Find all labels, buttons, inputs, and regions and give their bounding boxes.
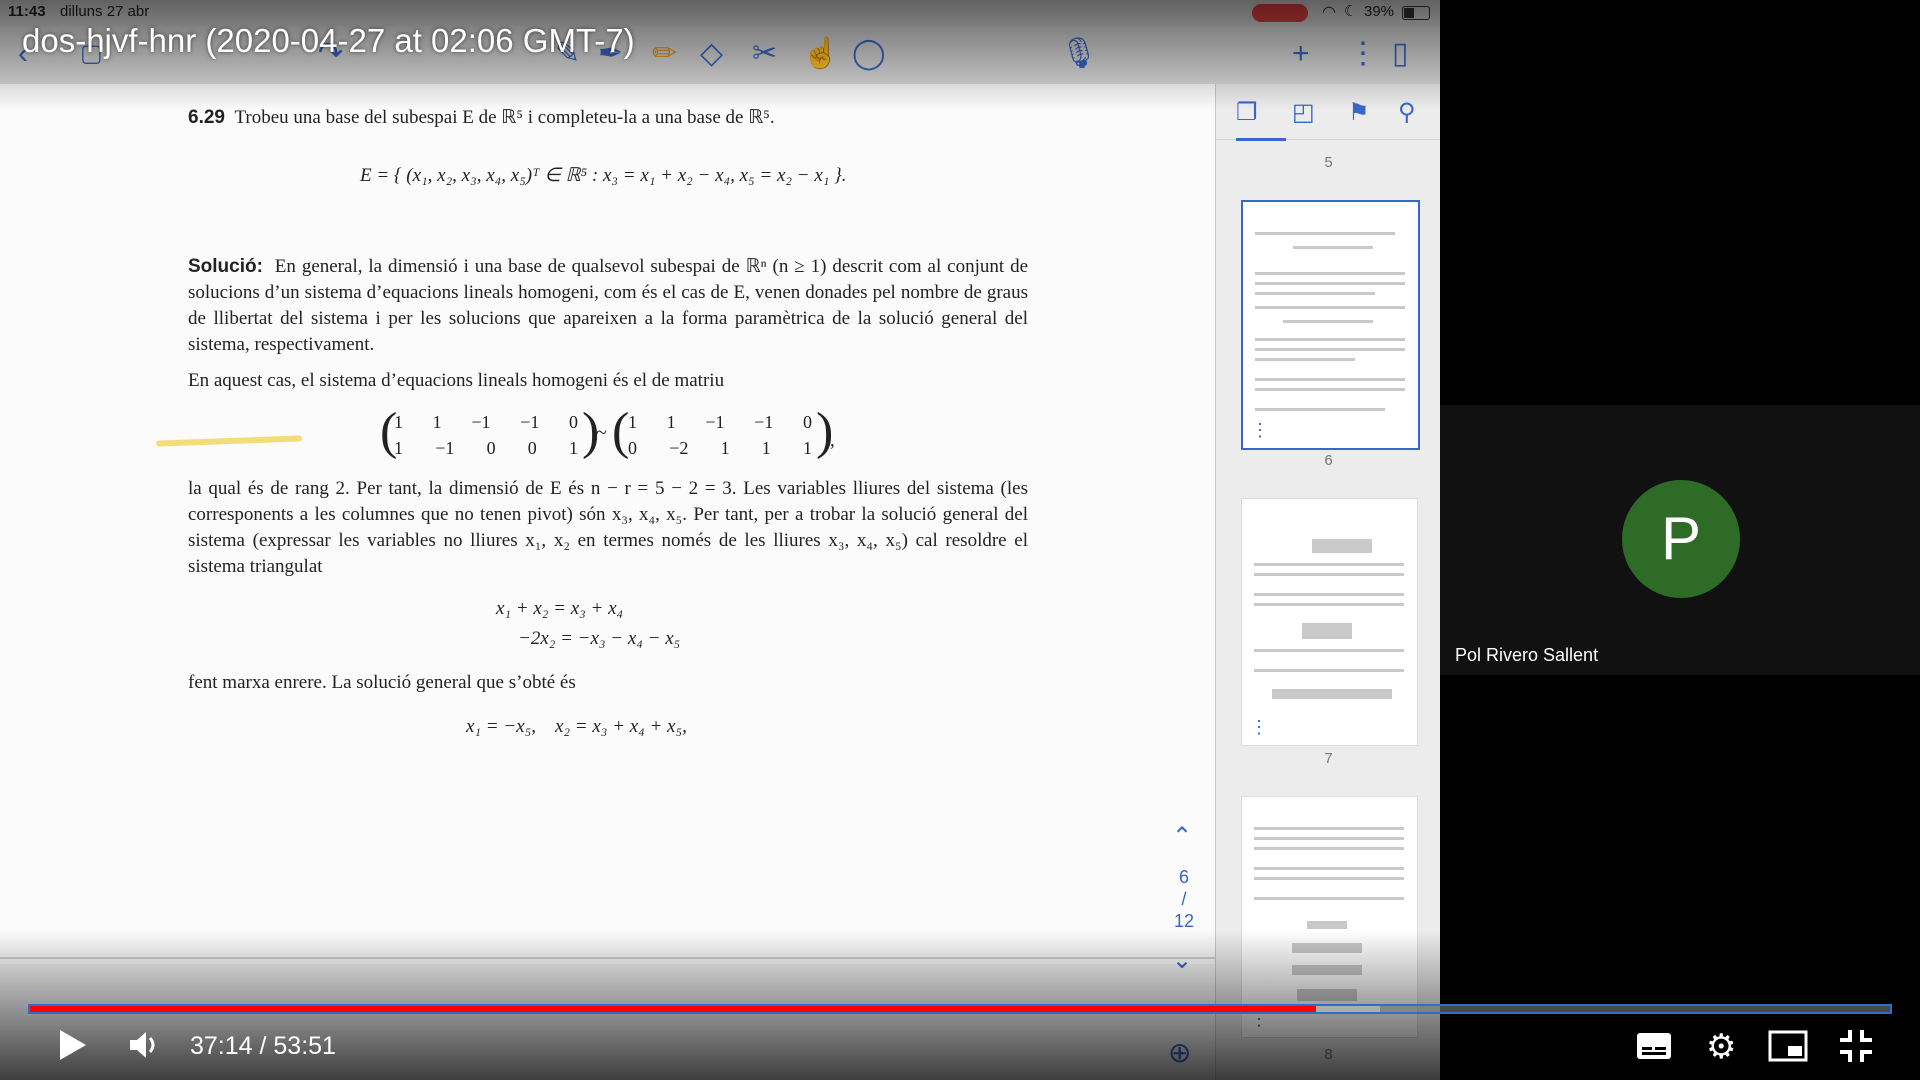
search-icon[interactable]: ⚲ <box>1398 98 1416 127</box>
matrix-cell: −1 <box>520 412 540 432</box>
thumbnail-page-7[interactable]: ⋮ <box>1241 498 1418 746</box>
zoom-icon[interactable]: ⊕ <box>1168 1036 1191 1069</box>
matrix-cell: 0 <box>486 438 496 458</box>
ipad-time: 11:43 <box>8 3 46 20</box>
matrix-right-paren: ( <box>612 403 630 460</box>
battery-icon <box>1402 6 1430 20</box>
page-divider <box>0 957 1215 959</box>
matrix-cell: 1 <box>394 412 403 432</box>
highlighter-stroke <box>155 435 303 447</box>
problem-statement: 6.29 Trobeu una base del subespai E de ℝ… <box>188 106 1028 129</box>
participant-name: Pol Rivero Sallent <box>1455 645 1599 665</box>
scissors-icon[interactable]: ✂ <box>752 34 777 74</box>
matrix-cell: 1 <box>802 438 812 458</box>
thumbnail-more-icon[interactable]: ⋮ <box>1250 717 1268 738</box>
thumbnail-page-6[interactable]: ⋮ <box>1241 200 1420 450</box>
thumbnail-page-number: 8 <box>1324 1046 1333 1063</box>
more-icon[interactable]: ⋮ <box>1348 34 1378 74</box>
matrix-cell: 0 <box>527 438 537 458</box>
outline-tab-icon[interactable]: ◰ <box>1292 98 1315 127</box>
thumbnail-page-8[interactable]: ⋮ <box>1241 796 1418 1038</box>
matrix-cell: −1 <box>471 412 491 432</box>
backsub-paragraph: fent marxa enrere. La solució general qu… <box>188 672 576 693</box>
matrix-cell: 1 <box>394 438 403 458</box>
avatar: P <box>1622 480 1740 598</box>
video-title[interactable]: dos-hjvf-hnr (2020-04-27 at 02:06 GMT-7) <box>22 22 635 60</box>
battery-percentage: 39% <box>1364 3 1395 20</box>
miniplayer-icon <box>1768 1030 1808 1062</box>
matrix-cell: 1 <box>720 438 730 458</box>
active-tab-underline <box>1236 138 1286 141</box>
plus-icon[interactable]: + <box>1292 34 1310 74</box>
solution-label: Solució: <box>188 256 263 277</box>
time-display: 37:14 / 53:51 <box>190 1032 336 1060</box>
problem-number: 6.29 <box>188 107 225 128</box>
rank-paragraph: la qual és de rang 2. Per tant, la dimen… <box>188 478 1028 577</box>
page-up-icon[interactable]: ⌃ <box>1172 822 1192 851</box>
hand-icon[interactable]: ☝ <box>802 34 839 74</box>
shared-screen: 11:43 dilluns 27 abr ◠ ☾ 39% ‹ ▢ ↷ ✎ ✒ ✏… <box>0 0 1440 1080</box>
progress-bar[interactable] <box>28 1004 1892 1014</box>
page-down-icon[interactable]: ⌄ <box>1172 946 1192 975</box>
matrix-cell: −2 <box>669 438 689 458</box>
wifi-icon: ◠ <box>1322 4 1336 21</box>
page-indicator: 6 / 12 <box>1166 866 1202 932</box>
matrix-cell: −1 <box>754 412 774 432</box>
thumbnails-tab-icon[interactable]: ❐ <box>1236 98 1258 127</box>
thumbnail-more-icon[interactable]: ⋮ <box>1251 420 1269 441</box>
progress-played <box>30 1006 1317 1012</box>
moon-icon: ☾ <box>1344 3 1358 20</box>
matrix-cell: 1 <box>761 438 771 458</box>
thumbnail-page-number: 6 <box>1324 452 1333 469</box>
matrix-cell: 0 <box>628 438 637 458</box>
matrix-cell: 1 <box>628 412 637 432</box>
equivalence-sign: ~ <box>596 422 607 444</box>
set-definition: E = { (x₁, x₂, x₃, x₄, x₅)ᵀ ∈ ℝ⁵ : x₃ = … <box>360 165 847 186</box>
exit-fullscreen-button[interactable] <box>1838 1028 1874 1069</box>
thumbnail-page-number: 7 <box>1324 750 1333 767</box>
matrix-cell: 0 <box>803 412 812 432</box>
ipad-date: dilluns 27 abr <box>60 3 150 20</box>
matrix-equation: ( 1 1 −1 −1 0 1 −1 0 0 1 ) ~ (1 1 −1 −1… <box>380 403 840 466</box>
exit-fullscreen-icon <box>1840 1030 1872 1062</box>
page-separator: / <box>1181 889 1187 909</box>
general-solution: x₁ = −x₅, x₂ = x₃ + x₄ + x₅, <box>466 716 687 737</box>
sidebar-icon[interactable]: ▯ <box>1392 34 1409 74</box>
matrix-comma: , <box>830 430 835 451</box>
page-total: 12 <box>1173 911 1195 931</box>
matrix-cell: −1 <box>435 438 455 458</box>
lasso-icon[interactable]: ◯ <box>852 34 886 74</box>
solution-text: En general, la dimensió i una base de qu… <box>188 256 1029 355</box>
matrix-cell: 1 <box>568 438 578 458</box>
matrix-intro: En aquest cas, el sistema d’equacions li… <box>188 370 725 391</box>
page-current: 6 <box>1178 867 1189 887</box>
settings-gear-icon[interactable]: ⚙ <box>1706 1030 1736 1064</box>
play-icon <box>60 1030 86 1060</box>
volume-button[interactable] <box>128 1028 164 1067</box>
highlighter-icon[interactable]: ✏ <box>652 34 677 74</box>
subtitles-button[interactable] <box>1636 1032 1672 1065</box>
play-button[interactable] <box>58 1028 88 1067</box>
recording-indicator-icon <box>1252 4 1308 22</box>
system-equation-1: x₁ + x₂ = x₃ + x₄ <box>496 598 624 619</box>
thumbnail-sidebar: ❐ ◰ ⚑ ⚲ 5 ⋮ 6 ⋮ 7 ⋮ 8 <box>1215 84 1440 1080</box>
eraser-icon[interactable]: ◇ <box>700 34 723 74</box>
miniplayer-button[interactable] <box>1768 1030 1808 1067</box>
matrix-cell: 1 <box>666 412 676 432</box>
volume-icon <box>130 1032 155 1058</box>
bookmark-icon[interactable]: ⚑ <box>1348 98 1370 127</box>
problem-text: Trobeu una base del subespai E de ℝ⁵ i c… <box>234 107 775 128</box>
subtitles-icon <box>1637 1033 1671 1059</box>
matrix-cell: −1 <box>705 412 725 432</box>
microphone-icon[interactable]: 🎙 <box>1060 34 1098 74</box>
solution-paragraph: Solució: En general, la dimensió i una b… <box>188 254 1028 358</box>
matrix-cell: 1 <box>432 412 442 432</box>
thumbnail-page-number: 5 <box>1324 154 1333 171</box>
document-page[interactable]: 6.29 Trobeu una base del subespai E de ℝ… <box>0 84 1215 974</box>
system-equation-2: −2x₂ = −x₃ − x₄ − x₅ <box>518 628 681 649</box>
matrix-cell: 0 <box>569 412 578 432</box>
